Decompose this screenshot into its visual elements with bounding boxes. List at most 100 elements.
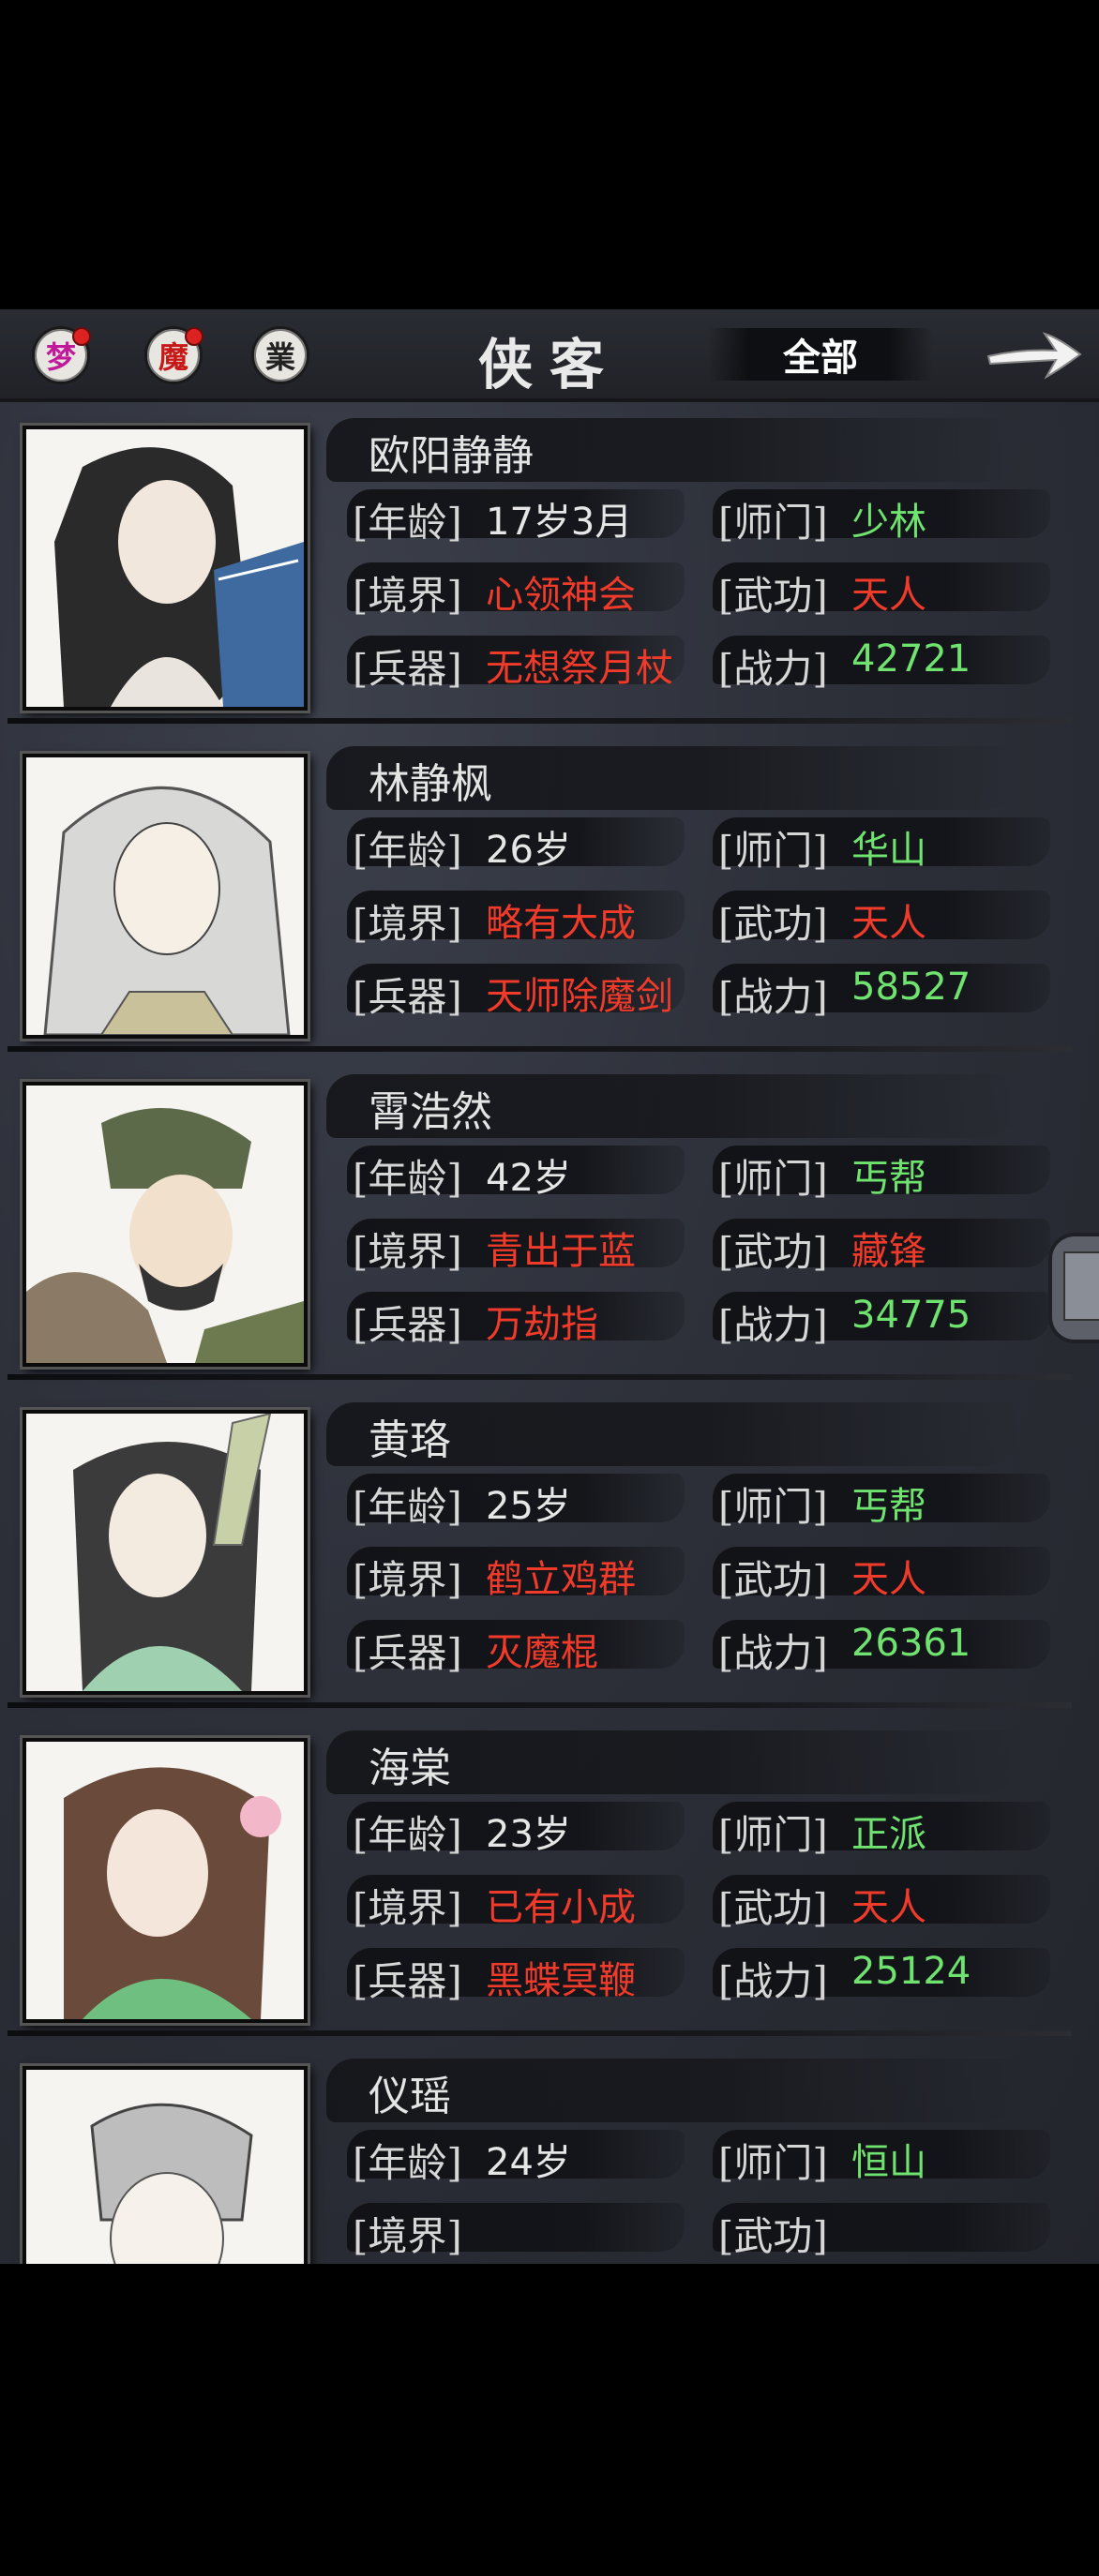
stat-value: 34775 xyxy=(851,1294,971,1337)
stat-label: [年龄] xyxy=(353,500,462,546)
filter-dropdown[interactable]: 全部 xyxy=(708,328,933,381)
hero-portrait[interactable] xyxy=(23,2066,308,2264)
hero-portrait[interactable] xyxy=(23,754,308,1039)
notification-dot-icon xyxy=(72,327,91,346)
stat-value: 25124 xyxy=(851,1950,971,1993)
hero-portrait[interactable] xyxy=(23,426,308,711)
stat-row-sect: [师门] 恒山 xyxy=(713,2124,1050,2186)
stat-value: 已有小成 xyxy=(486,1886,636,1929)
stat-row-weapon: [兵器] 天师除魔剑 xyxy=(347,958,685,1020)
hero-portrait[interactable] xyxy=(23,1082,308,1367)
hero-portrait[interactable] xyxy=(23,1410,308,1695)
stat-row-weapon: [兵器] 黑蝶冥鞭 xyxy=(347,1942,685,2004)
scroll-icon xyxy=(1063,1251,1099,1321)
stat-row-realm: [境界] 略有大成 xyxy=(347,885,685,947)
hero-card[interactable]: 黄珞 [年龄] 25岁 [师门] 丐帮 [境界] 鹤立鸡群 [武功] 天人 [兵… xyxy=(8,1389,1072,1708)
stat-value: 华山 xyxy=(851,829,926,872)
hero-portrait[interactable] xyxy=(23,1738,308,2023)
stat-value: 心领神会 xyxy=(486,574,636,617)
stat-row-realm: [境界] xyxy=(347,2197,685,2259)
stat-value: 无想祭月杖 xyxy=(486,647,673,690)
stat-label: [兵器] xyxy=(353,974,462,1020)
stat-row-sect: [师门] 华山 xyxy=(713,812,1050,874)
stat-label: [武功] xyxy=(718,1557,828,1603)
hero-name: 霄浩然 xyxy=(369,1088,492,1136)
stat-label: [战力] xyxy=(718,646,828,692)
stat-label: [境界] xyxy=(353,2213,462,2259)
stat-row-realm: [境界] 鹤立鸡群 xyxy=(347,1541,685,1603)
stat-label: [武功] xyxy=(718,573,828,619)
stat-label: [师门] xyxy=(718,1812,828,1858)
hero-card[interactable]: 霄浩然 [年龄] 42岁 [师门] 丐帮 [境界] 青出于蓝 [武功] 藏锋 [… xyxy=(8,1061,1072,1380)
stat-value: 24岁 xyxy=(486,2141,571,2184)
card-divider xyxy=(8,2030,1072,2036)
stat-row-skill: [武功] 藏锋 xyxy=(713,1213,1050,1275)
seal-label: 魔 xyxy=(158,339,188,375)
stat-row-skill: [武功] 天人 xyxy=(713,885,1050,947)
stat-row-realm: [境界] 心领神会 xyxy=(347,557,685,619)
stat-value: 42721 xyxy=(851,637,971,681)
stat-value: 恒山 xyxy=(851,2141,926,2184)
stat-value: 42岁 xyxy=(486,1157,571,1200)
hero-name: 仪瑶 xyxy=(369,2073,451,2120)
notification-dot-icon xyxy=(185,327,203,346)
arrow-right-icon[interactable] xyxy=(983,321,1086,386)
side-drawer-tab[interactable] xyxy=(1048,1233,1099,1343)
hero-card[interactable]: 海棠 [年龄] 23岁 [师门] 正派 [境界] 已有小成 [武功] 天人 [兵… xyxy=(8,1717,1072,2036)
stat-label: [境界] xyxy=(353,1557,462,1603)
stat-label: [境界] xyxy=(353,901,462,947)
hero-list-screen: 梦 魔 業 侠客 全部 欧阳静静 [年龄] 17岁3月 [师门] 少林 [境界]… xyxy=(0,309,1099,2264)
stat-row-age: [年龄] 26岁 xyxy=(347,812,685,874)
stat-value: 鹤立鸡群 xyxy=(486,1558,636,1601)
dream-seal-button[interactable]: 梦 xyxy=(32,326,91,384)
stat-label: [兵器] xyxy=(353,1630,462,1676)
stat-value: 26361 xyxy=(851,1622,971,1665)
hero-card[interactable]: 仪瑶 [年龄] 24岁 [师门] 恒山 [境界] [武功] xyxy=(8,2045,1072,2264)
stat-row-power: [战力] 58527 xyxy=(713,958,1050,1020)
stat-label: [武功] xyxy=(718,901,828,947)
stat-label: [师门] xyxy=(718,2140,828,2186)
stat-row-power: [战力] 26361 xyxy=(713,1614,1050,1676)
stat-value: 略有大成 xyxy=(486,902,636,945)
stat-value: 青出于蓝 xyxy=(486,1230,636,1273)
stat-value: 丐帮 xyxy=(851,1157,926,1200)
stat-row-weapon: [兵器] 灭魔棍 xyxy=(347,1614,685,1676)
stat-value: 黑蝶冥鞭 xyxy=(486,1959,636,2002)
stat-row-skill: [武功] 天人 xyxy=(713,1869,1050,1931)
stat-value: 正派 xyxy=(851,1813,926,1856)
stat-row-age: [年龄] 25岁 xyxy=(347,1468,685,1530)
stat-row-weapon: [兵器] 万劫指 xyxy=(347,1286,685,1348)
stat-row-age: [年龄] 24岁 xyxy=(347,2124,685,2186)
hero-card[interactable]: 林静枫 [年龄] 26岁 [师门] 华山 [境界] 略有大成 [武功] 天人 [… xyxy=(8,733,1072,1052)
karma-seal-button[interactable]: 業 xyxy=(251,326,309,384)
hero-name: 海棠 xyxy=(369,1745,451,1792)
stat-row-realm: [境界] 已有小成 xyxy=(347,1869,685,1931)
hero-name: 欧阳静静 xyxy=(369,432,534,480)
stat-value: 23岁 xyxy=(486,1813,571,1856)
stat-value: 天人 xyxy=(851,902,926,945)
stat-value: 万劫指 xyxy=(486,1303,598,1346)
demon-seal-button[interactable]: 魔 xyxy=(144,326,203,384)
seal-label: 業 xyxy=(264,339,295,375)
stat-label: [年龄] xyxy=(353,2140,462,2186)
hero-list: 欧阳静静 [年龄] 17岁3月 [师门] 少林 [境界] 心领神会 [武功] 天… xyxy=(0,405,1099,2264)
stat-value: 少林 xyxy=(851,501,926,544)
hero-card[interactable]: 欧阳静静 [年龄] 17岁3月 [师门] 少林 [境界] 心领神会 [武功] 天… xyxy=(8,405,1072,724)
stat-value: 17岁3月 xyxy=(486,501,633,544)
stat-row-weapon: [兵器] 无想祭月杖 xyxy=(347,630,685,692)
stat-label: [师门] xyxy=(718,1156,828,1202)
stat-value: 灭魔棍 xyxy=(486,1631,598,1674)
stat-row-power: [战力] 42721 xyxy=(713,630,1050,692)
stat-row-age: [年龄] 17岁3月 xyxy=(347,484,685,546)
stat-value: 天人 xyxy=(851,1886,926,1929)
stat-row-realm: [境界] 青出于蓝 xyxy=(347,1213,685,1275)
stat-row-sect: [师门] 正派 xyxy=(713,1796,1050,1858)
stat-label: [武功] xyxy=(718,1229,828,1275)
card-divider xyxy=(8,718,1072,724)
stat-value: 天人 xyxy=(851,574,926,617)
stat-row-skill: [武功] 天人 xyxy=(713,1541,1050,1603)
stat-value: 25岁 xyxy=(486,1485,571,1528)
stat-label: [年龄] xyxy=(353,1156,462,1202)
stat-label: [兵器] xyxy=(353,1958,462,2004)
stat-label: [战力] xyxy=(718,1630,828,1676)
